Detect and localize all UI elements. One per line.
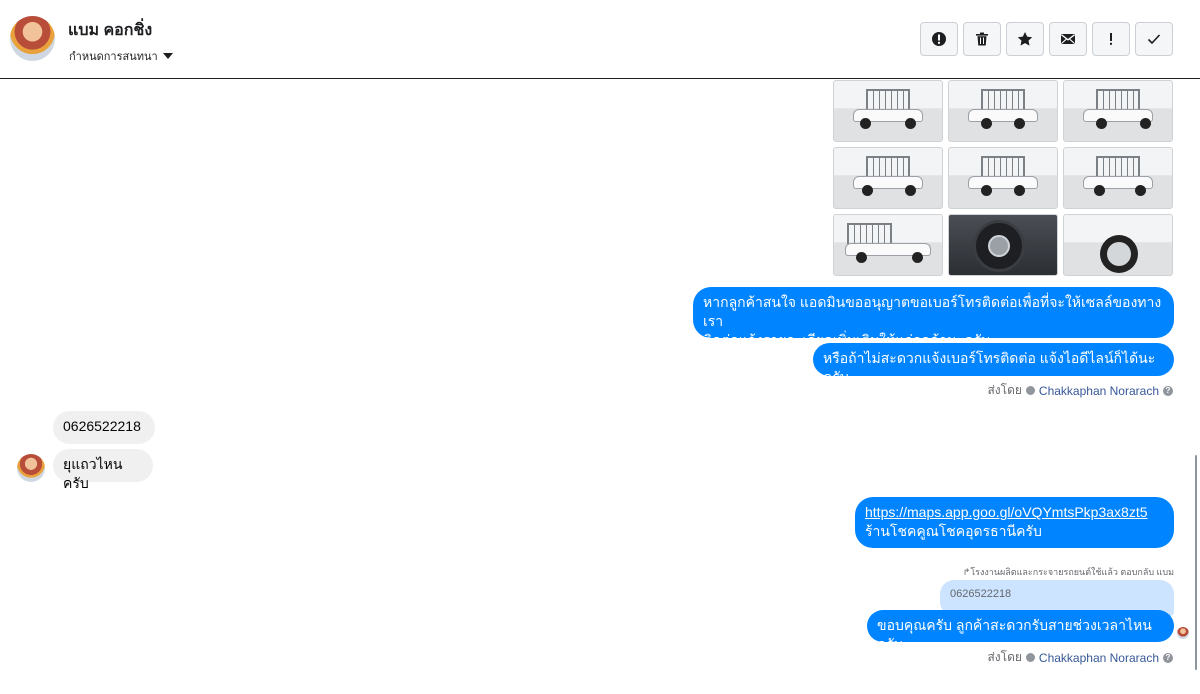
star-icon <box>1017 32 1033 46</box>
message-text: 0626522218 <box>63 418 141 434</box>
outgoing-message-bubble[interactable]: หากลูกค้าสนใจ แอดมินขออนุญาตขอเบอร์โทรติ… <box>693 287 1174 348</box>
conversation-header: แบม คอกชิ่ง กำหนดการสนทนา <box>0 0 1200 79</box>
check-icon <box>1147 34 1161 45</box>
photo-attachment[interactable] <box>948 214 1058 276</box>
mark-unread-button[interactable] <box>1049 22 1087 56</box>
map-link[interactable]: https://maps.app.goo.gl/oVQYmtsPkp3ax8zt… <box>865 504 1148 520</box>
photo-attachment[interactable] <box>948 80 1058 142</box>
incoming-message-bubble[interactable]: 0626522218 <box>53 411 155 444</box>
header-actions <box>920 22 1173 56</box>
delete-button[interactable] <box>963 22 1001 56</box>
photo-attachment-grid <box>833 80 1173 277</box>
help-icon[interactable]: ? <box>1163 652 1173 663</box>
photo-attachment[interactable] <box>1063 80 1173 142</box>
sent-by-label: ส่งโดย Chakkaphan Norarach ? <box>987 648 1173 667</box>
seen-avatar <box>1177 627 1189 639</box>
contact-avatar[interactable] <box>17 454 45 482</box>
sent-by-prefix: ส่งโดย <box>987 383 1022 397</box>
trash-icon <box>976 32 988 46</box>
photo-attachment[interactable] <box>948 147 1058 209</box>
contact-avatar[interactable] <box>10 16 55 61</box>
photo-attachment[interactable] <box>833 80 943 142</box>
follow-up-button[interactable] <box>1092 22 1130 56</box>
mark-spam-button[interactable] <box>920 22 958 56</box>
conversation-label-text: กำหนดการสนทนา <box>69 51 158 63</box>
incoming-message-bubble[interactable]: ยุแถวไหนครับ <box>53 449 153 491</box>
conversation-label-dropdown[interactable]: กำหนดการสนทนา <box>69 47 173 65</box>
contact-name[interactable]: แบม คอกชิ่ง <box>68 18 152 43</box>
verified-icon <box>1025 653 1035 662</box>
photo-attachment[interactable] <box>1063 147 1173 209</box>
sent-by-label: ส่งโดย Chakkaphan Norarach ? <box>987 381 1173 400</box>
sender-name[interactable]: Chakkaphan Norarach <box>1039 384 1159 398</box>
mark-done-button[interactable] <box>1135 22 1173 56</box>
help-icon[interactable]: ? <box>1163 385 1173 396</box>
outgoing-message-bubble[interactable]: https://maps.app.goo.gl/oVQYmtsPkp3ax8zt… <box>855 497 1174 548</box>
photo-attachment[interactable] <box>833 214 943 276</box>
exclamation-icon <box>1110 33 1112 45</box>
message-text-line: หากลูกค้าสนใจ แอดมินขออนุญาตขอเบอร์โทรติ… <box>703 294 1162 329</box>
message-text: ร้านโชคคูณโชคอุดรธานีครับ <box>865 523 1042 539</box>
photo-attachment[interactable] <box>833 147 943 209</box>
sent-by-prefix: ส่งโดย <box>987 650 1022 664</box>
outgoing-message-bubble[interactable]: หรือถ้าไม่สะดวกแจ้งเบอร์โทรติดต่อ แจ้งไอ… <box>813 343 1174 385</box>
scrollbar[interactable] <box>1195 455 1197 670</box>
caret-down-icon <box>162 53 173 59</box>
sender-name[interactable]: Chakkaphan Norarach <box>1039 651 1159 665</box>
reply-context-label: ↱โรงงานผลิตและกระจายรถยนต์ใช้แล้ว ตอบกลั… <box>962 567 1174 577</box>
verified-icon <box>1025 386 1035 395</box>
star-button[interactable] <box>1006 22 1044 56</box>
envelope-icon <box>1061 34 1075 44</box>
outgoing-message-bubble[interactable]: ขอบคุณครับ ลูกค้าสะดวกรับสายช่วงเวลาไหนค… <box>867 610 1174 652</box>
photo-attachment[interactable] <box>1063 214 1173 276</box>
spam-icon <box>932 32 946 46</box>
